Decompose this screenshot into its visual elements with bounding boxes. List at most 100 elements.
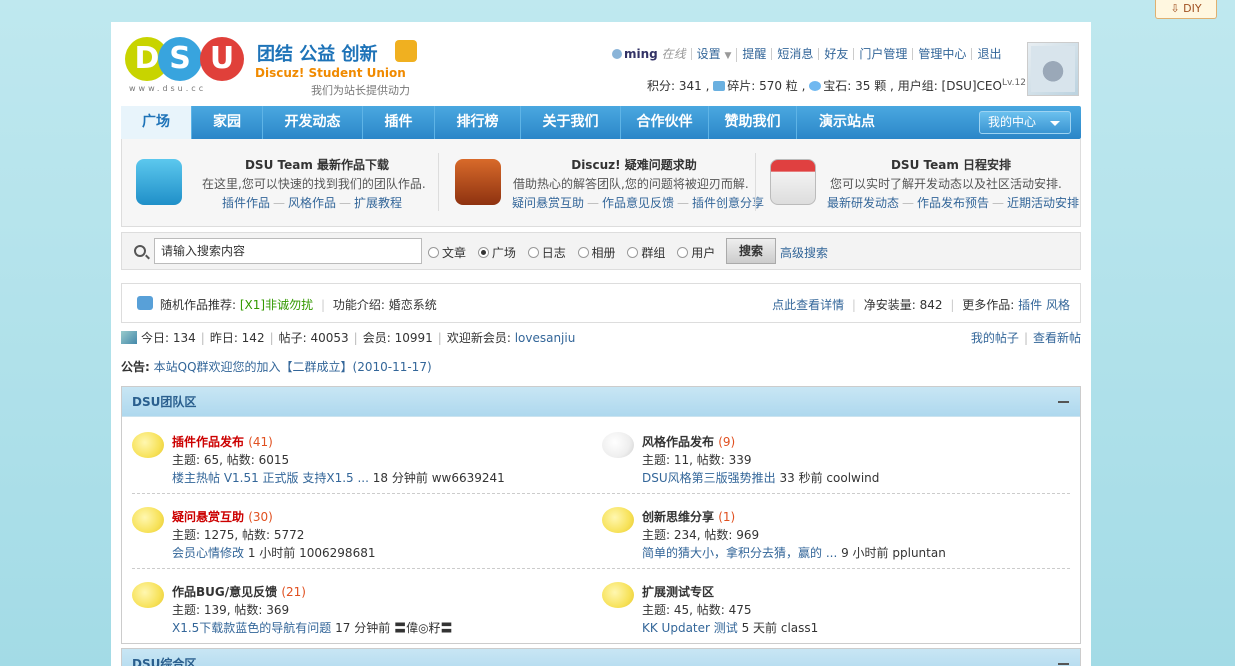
radio-icon[interactable] (627, 247, 639, 258)
last-post-user[interactable]: ppluntan (892, 546, 945, 560)
menu-logout[interactable]: 退出 (972, 48, 1006, 60)
forum-link[interactable]: 插件作品发布 (172, 435, 244, 449)
nav-item-ranking[interactable]: 排行榜 (435, 106, 521, 139)
forum-link[interactable]: 扩展测试专区 (642, 585, 714, 599)
search-option-square[interactable]: 广场 (477, 246, 516, 260)
promo-link[interactable]: 疑问悬赏互助 (512, 196, 584, 210)
pm-link[interactable]: 短消息 (777, 47, 813, 61)
collapse-icon[interactable] (1058, 401, 1069, 403)
forum-new-count: (9) (718, 435, 736, 449)
search-option-article[interactable]: 文章 (428, 246, 466, 260)
nav-item-partners[interactable]: 合作伙伴 (621, 106, 709, 139)
portal-admin-link[interactable]: 门户管理 (859, 47, 907, 61)
admin-center-link[interactable]: 管理中心 (918, 47, 966, 61)
forum-bubble-icon (602, 507, 634, 533)
nav-item-home[interactable]: 家园 (192, 106, 263, 139)
last-post-user[interactable]: class1 (781, 621, 818, 635)
row-divider (132, 568, 1070, 569)
nav-item-plugins[interactable]: 插件 (363, 106, 435, 139)
points-stat: 积分: 341 , (647, 79, 710, 93)
last-post-user[interactable]: coolwind (826, 471, 879, 485)
promo-links: 插件作品 — 风格作品 — 扩展教程 (222, 196, 403, 210)
search-option-album[interactable]: 相册 (577, 246, 616, 260)
forum-name: 扩展测试专区 (642, 583, 714, 600)
last-post-link[interactable]: 楼主热帖 V1.51 正式版 支持X1.5 ... (172, 471, 369, 485)
radio-checked-icon[interactable] (477, 247, 489, 258)
promo-link[interactable]: 作品发布预告 (917, 196, 989, 210)
menu-friends[interactable]: 好友 (819, 47, 855, 61)
slogan-cn: 团结 公益 创新 (257, 44, 378, 65)
last-post-user[interactable]: ww6639241 (432, 471, 505, 485)
forum-link[interactable]: 疑问悬赏互助 (172, 510, 244, 524)
forum-link[interactable]: 风格作品发布 (642, 435, 714, 449)
promo-link[interactable]: 近期活动安排 (1007, 196, 1079, 210)
collapse-icon[interactable] (1058, 663, 1069, 665)
category-title: DSU综合区 (132, 657, 197, 666)
menu-settings[interactable]: 设置 ▼ (692, 48, 738, 62)
last-post-link[interactable]: X1.5下载款蓝色的导航有问题 (172, 621, 331, 635)
gems-stat: 宝石: 35 颗 , (823, 79, 894, 93)
last-post-link[interactable]: KK Updater 测试 (642, 621, 738, 635)
forum-item: 作品BUG/意见反馈 (21) 主题: 139, 帖数: 369 X1.5下载款… (132, 579, 592, 649)
promo-link[interactable]: 插件作品 (222, 196, 270, 210)
new-posts-link[interactable]: 查看新帖 (1033, 331, 1081, 345)
radio-icon[interactable] (577, 247, 589, 258)
nav-item-demo[interactable]: 演示站点 (797, 106, 897, 139)
promo-link[interactable]: 作品意见反馈 (602, 196, 674, 210)
nav-item-square[interactable]: 广场 (121, 106, 192, 139)
category-header[interactable]: DSU综合区 (122, 649, 1080, 666)
install-count: 净安装量: 842 (863, 298, 943, 312)
nav-item-about[interactable]: 关于我们 (521, 106, 621, 139)
detail-link[interactable]: 点此查看详情 (772, 298, 844, 312)
diy-button[interactable]: ⇩ DIY (1155, 0, 1217, 19)
more-styles-link[interactable]: 风格 (1046, 298, 1070, 312)
last-post-user[interactable]: 1006298681 (299, 546, 375, 560)
new-member-link[interactable]: lovesanjiu (515, 331, 576, 345)
promo-link[interactable]: 风格作品 (288, 196, 336, 210)
menu-admin-center[interactable]: 管理中心 (913, 47, 973, 61)
last-post-user[interactable]: 〓偉◎籽〓 (394, 621, 452, 635)
last-post-link[interactable]: 会员心情修改 (172, 546, 244, 560)
promo-link[interactable]: 扩展教程 (354, 196, 402, 210)
menu-notice[interactable]: 提醒 (737, 47, 773, 61)
friends-link[interactable]: 好友 (824, 47, 848, 61)
advanced-search-link[interactable]: 高级搜索 (780, 244, 828, 261)
menu-portal-admin[interactable]: 门户管理 (854, 47, 914, 61)
search-option-user[interactable]: 用户 (677, 246, 715, 260)
recommend-label: 随机作品推荐: (160, 298, 237, 312)
last-post-link[interactable]: DSU风格第三版强势推出 (642, 471, 776, 485)
promo-link[interactable]: 最新研发动态 (827, 196, 899, 210)
recommend-right: 点此查看详情 | 净安装量: 842 | 更多作品: 插件 风格 (772, 298, 1070, 312)
my-center-dropdown[interactable]: 我的中心 (979, 111, 1071, 134)
promo-link[interactable]: 插件创意分享 (692, 196, 764, 210)
avatar[interactable] (1027, 42, 1079, 96)
announcement-link[interactable]: 本站QQ群欢迎您的加入【二群成立】(2010-11-17) (154, 360, 432, 374)
category-dsu-team: DSU团队区 插件作品发布 (41) 主题: 65, 帖数: 6015 楼主热帖… (121, 386, 1081, 644)
forum-link[interactable]: 作品BUG/意见反馈 (172, 585, 277, 599)
forum-bubble-icon (132, 507, 164, 533)
nav-item-sponsor[interactable]: 赞助我们 (709, 106, 797, 139)
nav-item-dev[interactable]: 开发动态 (263, 106, 363, 139)
recommend-item-link[interactable]: [X1]非诚勿扰 (240, 298, 313, 312)
search-button[interactable]: 搜索 (726, 238, 776, 264)
menu-pm[interactable]: 短消息 (772, 47, 820, 61)
notice-link[interactable]: 提醒 (742, 47, 766, 61)
search-input[interactable]: 请输入搜索内容 (154, 238, 422, 264)
logout-link[interactable]: 退出 (977, 47, 1001, 61)
radio-icon[interactable] (428, 247, 439, 258)
settings-link[interactable]: 设置 (697, 47, 721, 61)
radio-icon[interactable] (527, 247, 539, 258)
more-plugins-link[interactable]: 插件 (1018, 298, 1042, 312)
last-post-link[interactable]: 简单的猜大小，拿积分去猜，赢的 ... (642, 546, 837, 560)
forum-link[interactable]: 创新思维分享 (642, 510, 714, 524)
search-option-blog[interactable]: 日志 (527, 246, 566, 260)
category-header[interactable]: DSU团队区 (122, 387, 1080, 417)
forum-bubble-icon (602, 582, 634, 608)
site-logo[interactable]: D S U www.dsu.cc 团结 公益 创新 Discuz! Studen… (125, 32, 425, 100)
radio-icon[interactable] (677, 247, 689, 258)
shards-stat: 碎片: 570 粒 , (727, 79, 806, 93)
username-link[interactable]: ming (624, 47, 658, 61)
forum-meta: 主题: 65, 帖数: 6015 (172, 453, 290, 467)
my-posts-link[interactable]: 我的帖子 (971, 331, 1019, 345)
search-option-group[interactable]: 群组 (627, 246, 665, 260)
